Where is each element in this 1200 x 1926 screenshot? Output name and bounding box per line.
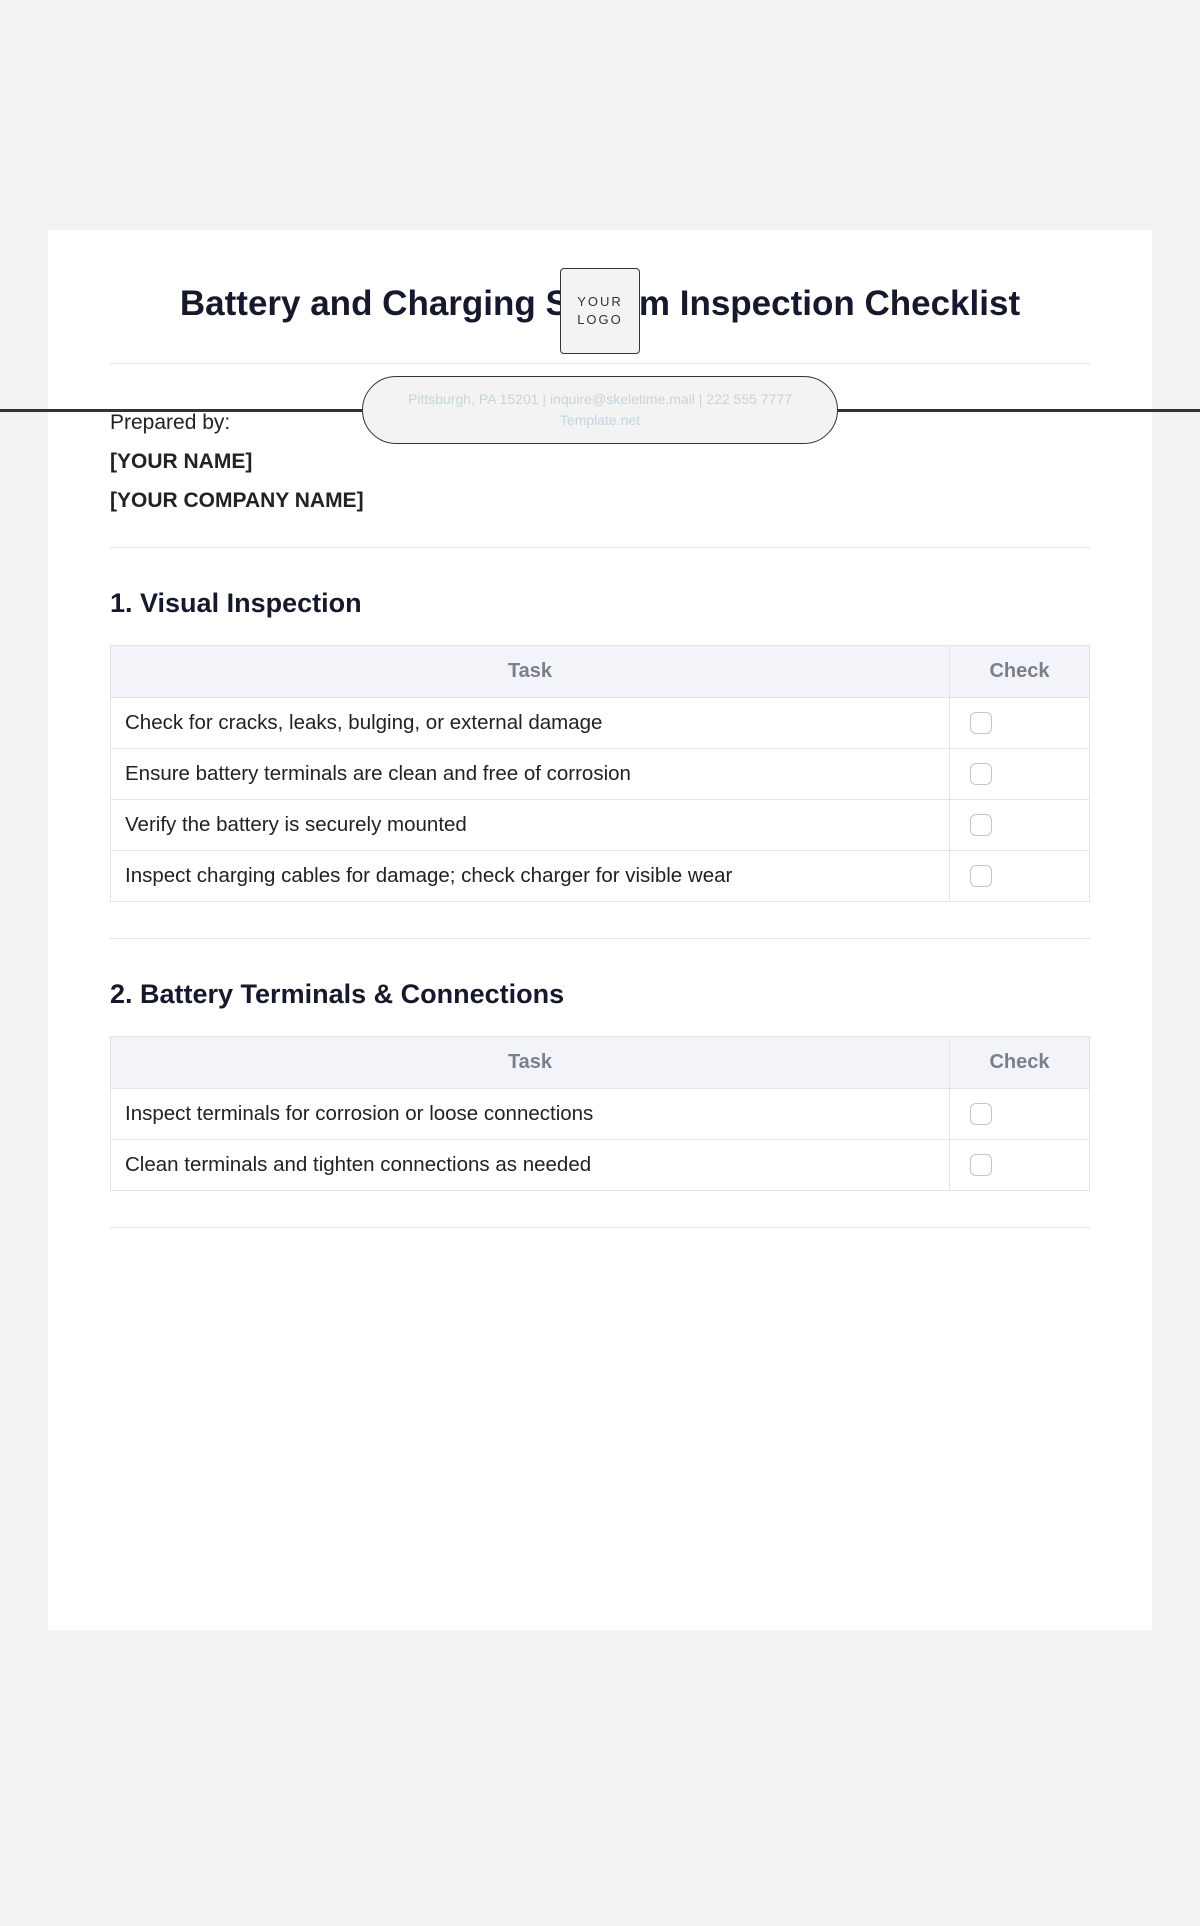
logo-placeholder: YOUR LOGO [560,268,640,354]
divider [110,938,1090,939]
checkbox[interactable] [970,814,992,836]
task-cell: Clean terminals and tighten connections … [111,1139,950,1190]
site-line: Template.net [560,410,640,431]
col-check: Check [950,1036,1090,1088]
table-row: Check for cracks, leaks, bulging, or ext… [111,697,1090,748]
col-check: Check [950,645,1090,697]
section-heading-2: 2. Battery Terminals & Connections [110,979,1090,1010]
col-task: Task [111,645,950,697]
col-task: Task [111,1036,950,1088]
task-cell: Inspect charging cables for damage; chec… [111,850,950,901]
checkbox[interactable] [970,865,992,887]
checkbox[interactable] [970,1154,992,1176]
checkbox[interactable] [970,1103,992,1125]
divider [110,1227,1090,1228]
contact-line: Pittsburgh, PA 15201 | inquire@skeletime… [408,389,792,410]
prepared-name: [YOUR NAME] [110,443,1090,482]
checklist-table-2: Task Check Inspect terminals for corrosi… [110,1036,1090,1191]
checkbox[interactable] [970,763,992,785]
table-row: Clean terminals and tighten connections … [111,1139,1090,1190]
table-row: Inspect terminals for corrosion or loose… [111,1088,1090,1139]
table-row: Verify the battery is securely mounted [111,799,1090,850]
divider [110,547,1090,548]
header-contact-pill: Pittsburgh, PA 15201 | inquire@skeletime… [366,380,834,440]
divider [110,363,1090,364]
prepared-company: [YOUR COMPANY NAME] [110,482,1090,521]
logo-line1: YOUR [577,293,623,311]
table-row: Ensure battery terminals are clean and f… [111,748,1090,799]
checklist-table-1: Task Check Check for cracks, leaks, bulg… [110,645,1090,902]
table-row: Inspect charging cables for damage; chec… [111,850,1090,901]
task-cell: Ensure battery terminals are clean and f… [111,748,950,799]
section-heading-1: 1. Visual Inspection [110,588,1090,619]
task-cell: Inspect terminals for corrosion or loose… [111,1088,950,1139]
logo-line2: LOGO [577,311,623,329]
checkbox[interactable] [970,712,992,734]
task-cell: Check for cracks, leaks, bulging, or ext… [111,697,950,748]
task-cell: Verify the battery is securely mounted [111,799,950,850]
